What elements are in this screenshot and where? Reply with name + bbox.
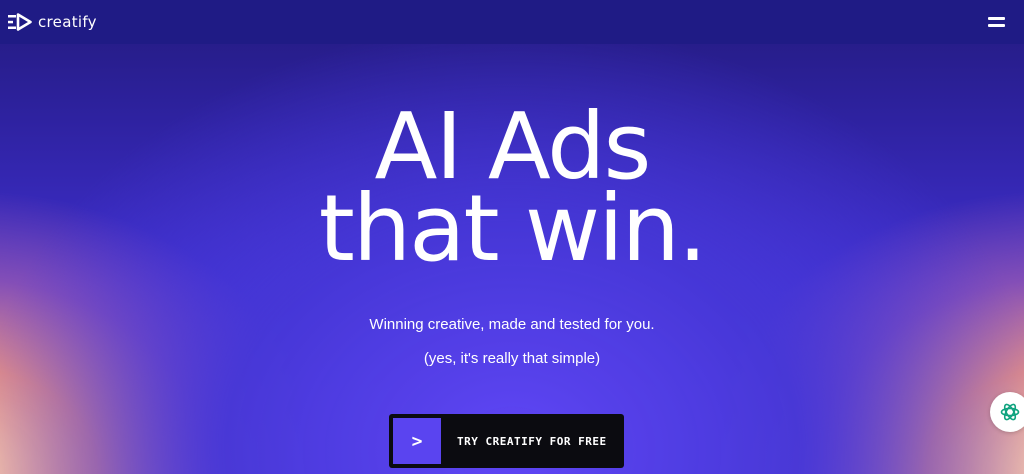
brand-logo[interactable]: creatify <box>8 13 97 31</box>
hero-heading-line-2: that win. <box>318 175 707 282</box>
chat-widget-button[interactable] <box>990 392 1024 432</box>
hero-heading: AI Ads that win. <box>0 101 1024 282</box>
hamburger-menu-icon[interactable] <box>988 15 1008 29</box>
chevron-right-icon: > <box>393 418 441 464</box>
hero-tagline: (yes, it's really that simple) <box>423 350 601 367</box>
hero-subtitle: Winning creative, made and tested for yo… <box>369 316 655 333</box>
try-creatify-label: TRY CREATIFY FOR FREE <box>457 434 607 448</box>
brand-name: creatify <box>38 13 97 31</box>
creatify-logo-icon <box>8 13 32 31</box>
openai-logo-icon <box>1000 403 1020 421</box>
top-navbar: creatify <box>0 0 1024 44</box>
try-creatify-button[interactable]: > TRY CREATIFY FOR FREE <box>389 414 624 468</box>
menu-bar <box>988 24 1005 27</box>
menu-bar <box>988 17 1005 20</box>
